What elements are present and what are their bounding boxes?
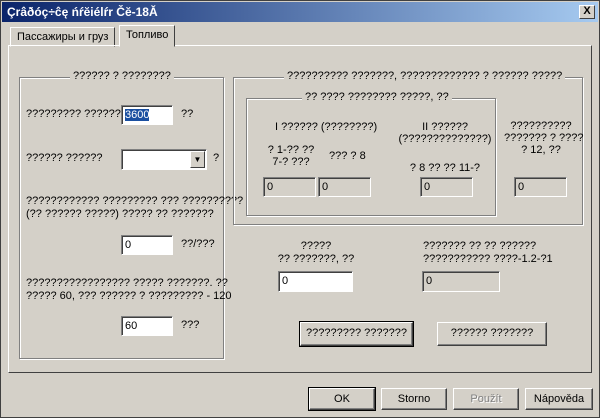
field4-unit: ??? xyxy=(181,319,200,331)
right-group: ?????????? ???????, ????????????? ? ????… xyxy=(233,70,584,225)
col3-value-field: 0 xyxy=(514,177,567,197)
calculate-button[interactable]: ????????? ??????? xyxy=(299,321,414,347)
field4-label-line1: ????????????????? ????? ???????. ?? xyxy=(26,277,228,289)
inner-group: ?? ???? ???????? ?????, ?? I ?????? (???… xyxy=(246,91,496,216)
window-title: Çrâðóç÷ĉę ńŕĕiélŕr Čĕ-18Ă xyxy=(7,5,158,19)
left-group-title: ?????? ? ???????? xyxy=(70,70,174,82)
field1-input[interactable]: 3600 xyxy=(121,105,173,125)
field2-label: ?????? ?????? xyxy=(26,152,103,164)
col1a-label-line1: ? 1-?? ?? xyxy=(267,144,315,156)
field3-input[interactable]: 0 xyxy=(121,235,173,255)
help-button[interactable]: Nápověda xyxy=(525,388,593,410)
fuel-tab-panel: ?????? ? ???????? ????????? ?????? 3600 … xyxy=(8,45,592,373)
field3-label-line2: (?? ?????? ?????) ????? ?? ??????? xyxy=(26,208,214,220)
col2-title-line1: II ?????? xyxy=(422,121,468,133)
result-label-line1: ??????? ?? ?? ?????? xyxy=(423,240,537,252)
tab-fuel[interactable]: Топливо xyxy=(119,25,176,47)
total-label-line2: ?? ???????, ?? xyxy=(277,253,355,265)
col2-label: ? 8 ?? ?? 11-? xyxy=(409,162,481,172)
col1a-label-line2: 7-? ??? xyxy=(272,156,310,168)
col1b-label: ??? ? 8 xyxy=(329,150,366,162)
result-label-line2: ??????????? ????-1.2-?1 xyxy=(423,253,553,265)
field3-unit: ??/??? xyxy=(181,238,215,250)
close-button[interactable]: X xyxy=(579,5,595,19)
field4-input[interactable]: 60 xyxy=(121,316,173,336)
col2-title-line2: (??????????????) xyxy=(398,133,492,145)
col3-label-line1: ?????????? xyxy=(510,120,572,132)
field3-label-line1: ???????????? ????????? ??? ?????????? xyxy=(26,195,244,207)
col3-label-line3: ? 12, ?? xyxy=(521,144,561,156)
field1-unit: ?? xyxy=(181,108,194,120)
result-field: 0 xyxy=(422,271,500,292)
inner-group-title: ?? ???? ???????? ?????, ?? xyxy=(302,91,452,103)
total-input[interactable]: 0 xyxy=(278,271,353,292)
chevron-down-icon[interactable]: ▼ xyxy=(190,151,205,168)
field1-label: ????????? ?????? xyxy=(26,108,121,120)
dialog-window: Çrâðóç÷ĉę ńŕĕiélŕr Čĕ-18Ă X Пассажиры и … xyxy=(0,0,600,418)
total-label-line1: ????? xyxy=(300,240,332,252)
field2-select[interactable]: ▼ xyxy=(121,149,207,170)
cancel-button[interactable]: Storno xyxy=(381,388,447,410)
right-group-title: ?????????? ???????, ????????????? ? ????… xyxy=(284,70,566,82)
clear-button[interactable]: ?????? ??????? xyxy=(437,322,547,346)
left-group: ?????? ? ???????? ????????? ?????? 3600 … xyxy=(19,70,243,359)
field4-label-line2: ????? 60, ??? ?????? ? ????????? - 120 xyxy=(26,290,232,302)
field1-value: 3600 xyxy=(125,109,150,121)
apply-button[interactable]: Použít xyxy=(453,388,519,410)
apply-label: Použít xyxy=(470,393,502,405)
ok-button[interactable]: OK xyxy=(308,387,376,411)
col1b-value-field: 0 xyxy=(318,177,371,197)
col2-value-field: 0 xyxy=(420,177,473,197)
title-bar: Çrâðóç÷ĉę ńŕĕiélŕr Čĕ-18Ă X xyxy=(2,2,598,22)
col1-title: I ?????? (????????) xyxy=(275,121,378,133)
tab-passengers-cargo[interactable]: Пассажиры и груз xyxy=(10,27,116,47)
col1a-value-field: 0 xyxy=(263,177,316,197)
field2-unit: ? xyxy=(213,152,220,164)
col3-label-line2: ??????? ? ???? xyxy=(504,132,584,144)
